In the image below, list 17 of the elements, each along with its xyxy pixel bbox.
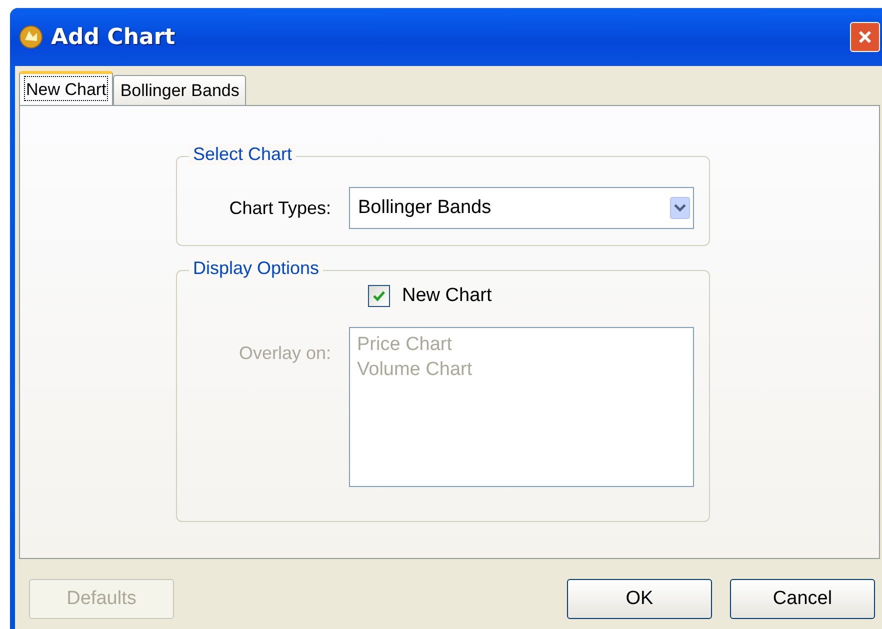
window-title: Add Chart [51, 24, 176, 50]
chart-type-dropdown[interactable]: Bollinger Bands [349, 187, 694, 229]
field-label: Chart Types: [228, 198, 332, 218]
close-icon [857, 29, 873, 45]
group-title: Display Options [189, 258, 324, 279]
check-icon [372, 289, 386, 303]
tab[interactable]: New Chart [19, 71, 114, 106]
group-title: Select Chart [189, 144, 296, 165]
field-label: Overlay on: [238, 343, 332, 364]
close-button[interactable] [850, 22, 880, 52]
app-icon [19, 25, 43, 49]
dialog-button[interactable]: Cancel [730, 579, 875, 619]
checkbox-label: New Chart [402, 285, 492, 307]
checkbox[interactable] [368, 285, 390, 307]
dropdown-caret-icon [670, 197, 690, 219]
dialog-button[interactable]: OK [567, 579, 712, 619]
tab[interactable]: Bollinger Bands [113, 75, 246, 105]
